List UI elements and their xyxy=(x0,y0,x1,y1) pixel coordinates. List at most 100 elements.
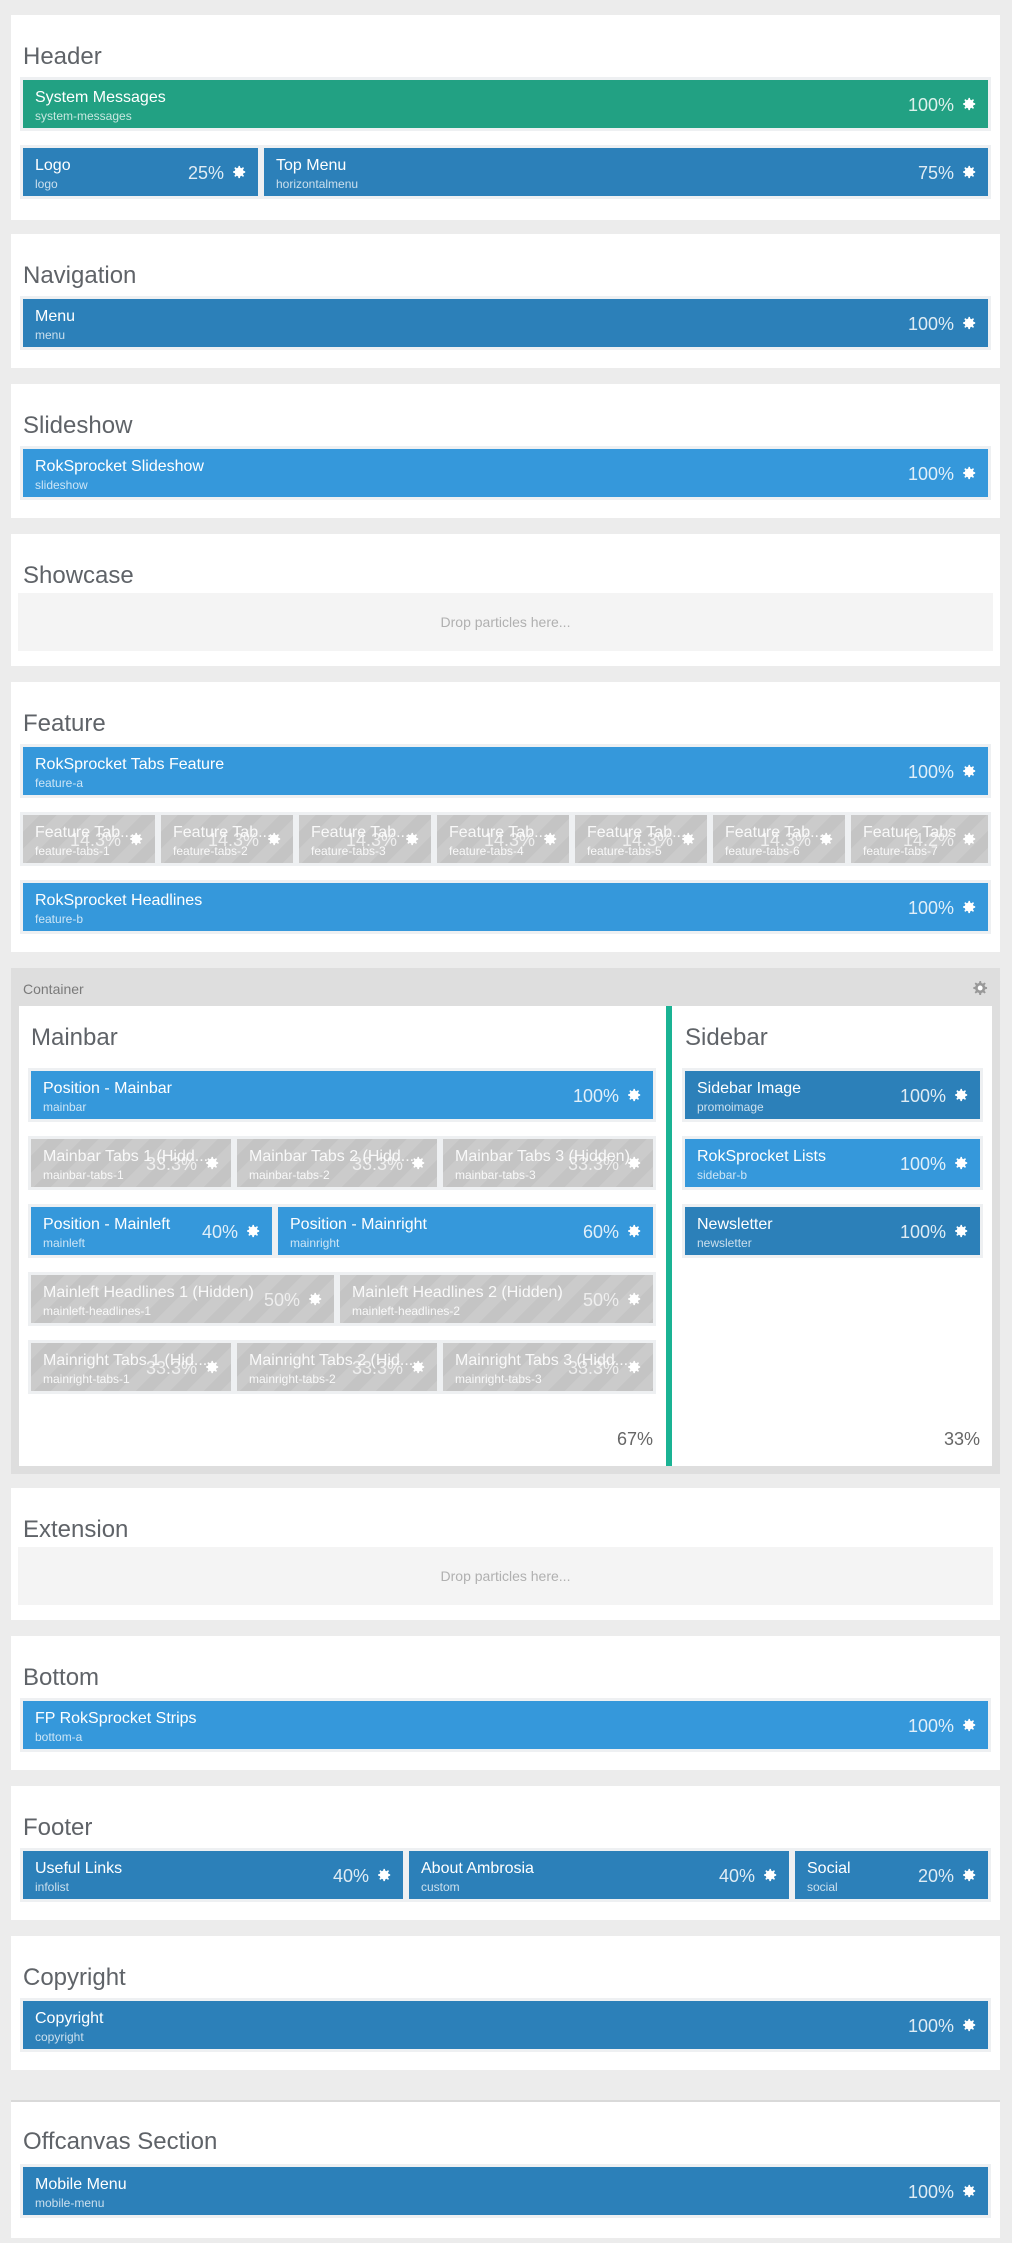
block-width[interactable]: 100% xyxy=(908,2017,954,2035)
block-width[interactable]: 14.2% xyxy=(903,831,954,849)
cog-icon[interactable] xyxy=(627,1292,641,1306)
particle-block-hidden[interactable]: Mainright Tabs 3 (Hidd... mainright-tabs… xyxy=(440,1340,656,1394)
particle-block[interactable]: Position - Mainright mainright 60% xyxy=(275,1204,656,1258)
particle-block-hidden[interactable]: Feature Tab... feature-tabs-4 14.3% xyxy=(434,812,572,866)
particle-block[interactable]: Social social 20% xyxy=(792,1848,991,1902)
cog-icon[interactable] xyxy=(962,466,976,480)
particle-block[interactable]: RokSprocket Headlines feature-b 100% xyxy=(20,880,991,934)
block-width[interactable]: 33.3% xyxy=(146,1359,197,1377)
cog-icon[interactable] xyxy=(954,1224,968,1238)
cog-icon[interactable] xyxy=(627,1088,641,1102)
block-width[interactable]: 14.3% xyxy=(484,831,535,849)
cog-icon[interactable] xyxy=(954,1156,968,1170)
block-width[interactable]: 100% xyxy=(908,96,954,114)
block-width[interactable]: 33.3% xyxy=(146,1155,197,1173)
block-width[interactable]: 100% xyxy=(908,465,954,483)
particle-block-hidden[interactable]: Feature Tabs feature-tabs-7 14.2% xyxy=(848,812,991,866)
block-width[interactable]: 14.3% xyxy=(346,831,397,849)
particle-block[interactable]: Position - Mainbar mainbar 100% xyxy=(28,1068,656,1122)
block-width[interactable]: 14.3% xyxy=(70,831,121,849)
particle-block[interactable]: Copyright copyright 100% xyxy=(20,1998,991,2052)
block-width[interactable]: 100% xyxy=(908,1717,954,1735)
block-width[interactable]: 100% xyxy=(900,1155,946,1173)
cog-icon[interactable] xyxy=(962,832,976,846)
particle-block-hidden[interactable]: Mainbar Tabs 3 (Hidden) mainbar-tabs-3 3… xyxy=(440,1136,656,1190)
particle-block-hidden[interactable]: Mainright Tabs 1 (Hid... mainright-tabs-… xyxy=(28,1340,234,1394)
cog-icon[interactable] xyxy=(129,832,143,846)
cog-icon[interactable] xyxy=(411,1360,425,1374)
block-width[interactable]: 100% xyxy=(908,899,954,917)
cog-icon[interactable] xyxy=(232,165,246,179)
column-width[interactable]: 33% xyxy=(944,1429,980,1450)
block-width[interactable]: 33.3% xyxy=(352,1155,403,1173)
block-width[interactable]: 20% xyxy=(918,1867,954,1885)
cog-icon[interactable] xyxy=(543,832,557,846)
block-width[interactable]: 25% xyxy=(188,164,224,182)
particle-block[interactable]: RokSprocket Tabs Feature feature-a 100% xyxy=(20,744,991,798)
block-width[interactable]: 50% xyxy=(264,1291,300,1309)
particle-block-hidden[interactable]: Feature Tab... feature-tabs-2 14.3% xyxy=(158,812,296,866)
cog-icon[interactable] xyxy=(962,165,976,179)
block-width[interactable]: 100% xyxy=(908,2183,954,2201)
column-resize-handle[interactable] xyxy=(665,1006,673,1466)
block-width[interactable]: 100% xyxy=(900,1087,946,1105)
cog-icon[interactable] xyxy=(681,832,695,846)
cog-icon[interactable] xyxy=(962,1868,976,1882)
particle-block-hidden[interactable]: Feature Tab... feature-tabs-6 14.3% xyxy=(710,812,848,866)
particle-block[interactable]: Sidebar Image promoimage 100% xyxy=(682,1068,983,1122)
block-width[interactable]: 100% xyxy=(908,763,954,781)
cog-icon[interactable] xyxy=(972,980,988,996)
block-width[interactable]: 14.3% xyxy=(760,831,811,849)
particle-block[interactable]: Top Menu horizontalmenu 75% xyxy=(261,145,991,199)
cog-icon[interactable] xyxy=(627,1360,641,1374)
particle-block-hidden[interactable]: Feature Tab... feature-tabs-3 14.3% xyxy=(296,812,434,866)
particle-block[interactable]: Logo logo 25% xyxy=(20,145,261,199)
cog-icon[interactable] xyxy=(411,1156,425,1170)
block-width[interactable]: 14.3% xyxy=(622,831,673,849)
cog-icon[interactable] xyxy=(377,1868,391,1882)
cog-icon[interactable] xyxy=(819,832,833,846)
cog-icon[interactable] xyxy=(308,1292,322,1306)
cog-icon[interactable] xyxy=(962,2018,976,2032)
drop-zone[interactable]: Drop particles here... xyxy=(18,1547,993,1605)
particle-block-hidden[interactable]: Mainleft Headlines 2 (Hidden) mainleft-h… xyxy=(337,1272,656,1326)
block-width[interactable]: 60% xyxy=(583,1223,619,1241)
drop-zone[interactable]: Drop particles here... xyxy=(18,593,993,651)
cog-icon[interactable] xyxy=(962,97,976,111)
block-width[interactable]: 33.3% xyxy=(568,1359,619,1377)
cog-icon[interactable] xyxy=(405,832,419,846)
block-width[interactable]: 40% xyxy=(719,1867,755,1885)
cog-icon[interactable] xyxy=(267,832,281,846)
block-width[interactable]: 40% xyxy=(333,1867,369,1885)
particle-block[interactable]: Position - Mainleft mainleft 40% xyxy=(28,1204,275,1258)
block-width[interactable]: 33.3% xyxy=(568,1155,619,1173)
block-width[interactable]: 75% xyxy=(918,164,954,182)
cog-icon[interactable] xyxy=(763,1868,777,1882)
particle-block[interactable]: Mobile Menu mobile-menu 100% xyxy=(20,2164,991,2218)
cog-icon[interactable] xyxy=(627,1156,641,1170)
particle-block[interactable]: Useful Links infolist 40% xyxy=(20,1848,406,1902)
cog-icon[interactable] xyxy=(962,1718,976,1732)
particle-block[interactable]: FP RokSprocket Strips bottom-a 100% xyxy=(20,1698,991,1752)
cog-icon[interactable] xyxy=(962,316,976,330)
particle-block-hidden[interactable]: Mainbar Tabs 1 (Hidd... mainbar-tabs-1 3… xyxy=(28,1136,234,1190)
block-width[interactable]: 40% xyxy=(202,1223,238,1241)
particle-block[interactable]: RokSprocket Lists sidebar-b 100% xyxy=(682,1136,983,1190)
particle-block-hidden[interactable]: Mainright Tabs 2 (Hid... mainright-tabs-… xyxy=(234,1340,440,1394)
cog-icon[interactable] xyxy=(962,764,976,778)
particle-block[interactable]: About Ambrosia custom 40% xyxy=(406,1848,792,1902)
particle-block[interactable]: Menu menu 100% xyxy=(20,296,991,350)
particle-block-hidden[interactable]: Mainleft Headlines 1 (Hidden) mainleft-h… xyxy=(28,1272,337,1326)
cog-icon[interactable] xyxy=(246,1224,260,1238)
cog-icon[interactable] xyxy=(627,1224,641,1238)
particle-block[interactable]: RokSprocket Slideshow slideshow 100% xyxy=(20,446,991,500)
particle-block-hidden[interactable]: Feature Tab... feature-tabs-5 14.3% xyxy=(572,812,710,866)
block-width[interactable]: 100% xyxy=(900,1223,946,1241)
cog-icon[interactable] xyxy=(954,1088,968,1102)
particle-block-hidden[interactable]: Mainbar Tabs 2 (Hidd... mainbar-tabs-2 3… xyxy=(234,1136,440,1190)
particle-block-hidden[interactable]: Feature Tab... feature-tabs-1 14.3% xyxy=(20,812,158,866)
particle-block[interactable]: System Messages system-messages 100% xyxy=(20,77,991,131)
block-width[interactable]: 100% xyxy=(908,315,954,333)
block-width[interactable]: 100% xyxy=(573,1087,619,1105)
cog-icon[interactable] xyxy=(205,1156,219,1170)
